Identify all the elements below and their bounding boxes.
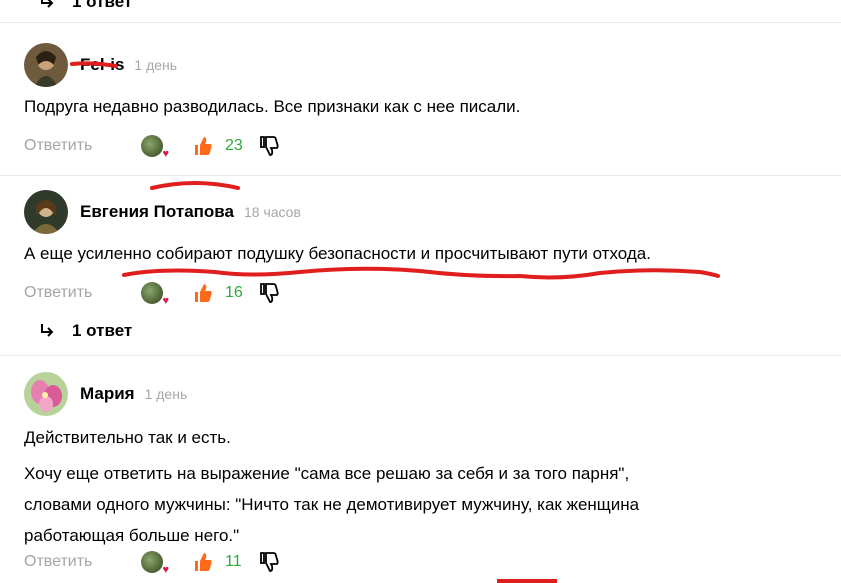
like-button[interactable] — [193, 136, 213, 156]
author-name[interactable]: Евгения Потапова — [80, 202, 234, 222]
like-button[interactable] — [193, 552, 213, 572]
comment-actions: Ответить ♥ 16 — [24, 281, 279, 307]
mini-avatar — [141, 282, 163, 304]
comment-text: А еще усиленно собирают подушку безопасн… — [24, 238, 651, 269]
underline-scribble — [122, 266, 720, 280]
dislike-button[interactable] — [259, 136, 279, 156]
comment-line: Подруга недавно разводилась. Все признак… — [24, 97, 521, 116]
strike-line-name-2 — [150, 181, 240, 190]
comment-line: словами одного мужчины: "Ничто так не де… — [24, 495, 640, 514]
author-liked-badge: ♥ — [141, 551, 169, 576]
avatar[interactable] — [24, 190, 68, 234]
comment-time[interactable]: 1 день — [145, 386, 188, 402]
comment-header: Мария 1 день — [24, 372, 187, 416]
like-count: 16 — [225, 284, 243, 301]
mini-avatar — [141, 551, 163, 573]
comment-text: Действительно так и есть. Хочу еще ответ… — [24, 422, 639, 551]
avatar[interactable] — [24, 372, 68, 416]
comment-line: Действительно так и есть. — [24, 428, 231, 447]
red-bar — [497, 579, 557, 583]
comment-text: Подруга недавно разводилась. Все признак… — [24, 91, 520, 122]
comment-line: А еще усиленно собирают подушку безопасн… — [24, 244, 651, 263]
reply-button[interactable]: Ответить — [24, 137, 141, 155]
reply-button[interactable]: Ответить — [24, 284, 141, 302]
comment-actions: Ответить ♥ 23 — [24, 134, 279, 160]
divider — [0, 355, 841, 356]
thumbs-up-icon — [195, 137, 212, 155]
thumbs-up-icon — [195, 284, 212, 302]
replies-label: 1 ответ — [72, 321, 133, 340]
comment-line: работающая больше него." — [24, 526, 240, 545]
thumbs-up-icon — [195, 553, 212, 571]
thumbs-down-icon — [260, 283, 279, 303]
dislike-button[interactable] — [259, 283, 279, 303]
dislike-button[interactable] — [259, 552, 279, 572]
avatar[interactable] — [24, 43, 68, 87]
replies-toggle[interactable]: 1 ответ — [38, 321, 132, 341]
reply-arrow-icon — [41, 0, 54, 8]
author-liked-badge: ♥ — [141, 135, 169, 160]
like-button[interactable] — [193, 283, 213, 303]
heart-icon: ♥ — [162, 295, 169, 307]
comment-header: Евгения Потапова 18 часов — [24, 190, 301, 234]
reply-arrow-icon — [41, 324, 54, 337]
author-name[interactable]: Fel-is — [80, 55, 124, 75]
thumbs-down-icon — [260, 136, 279, 156]
replies-toggle[interactable]: 1 ответ — [38, 0, 132, 12]
author-name[interactable]: Мария — [80, 384, 135, 404]
divider — [0, 175, 841, 176]
heart-icon: ♥ — [162, 148, 169, 160]
comment-actions: Ответить ♥ 11 — [24, 550, 279, 576]
mini-avatar — [141, 135, 163, 157]
comment-header: Fel-is 1 день — [24, 43, 177, 87]
comment-line: Хочу еще ответить на выражение "сама все… — [24, 464, 630, 483]
heart-icon: ♥ — [162, 564, 169, 576]
replies-label: 1 ответ — [72, 0, 133, 11]
reply-button[interactable]: Ответить — [24, 553, 141, 571]
comment-time[interactable]: 1 день — [134, 57, 177, 73]
comment-time[interactable]: 18 часов — [244, 204, 301, 220]
like-count: 23 — [225, 137, 243, 154]
divider — [0, 22, 841, 23]
author-liked-badge: ♥ — [141, 282, 169, 307]
like-count: 11 — [225, 553, 242, 570]
thumbs-down-icon — [260, 552, 279, 572]
